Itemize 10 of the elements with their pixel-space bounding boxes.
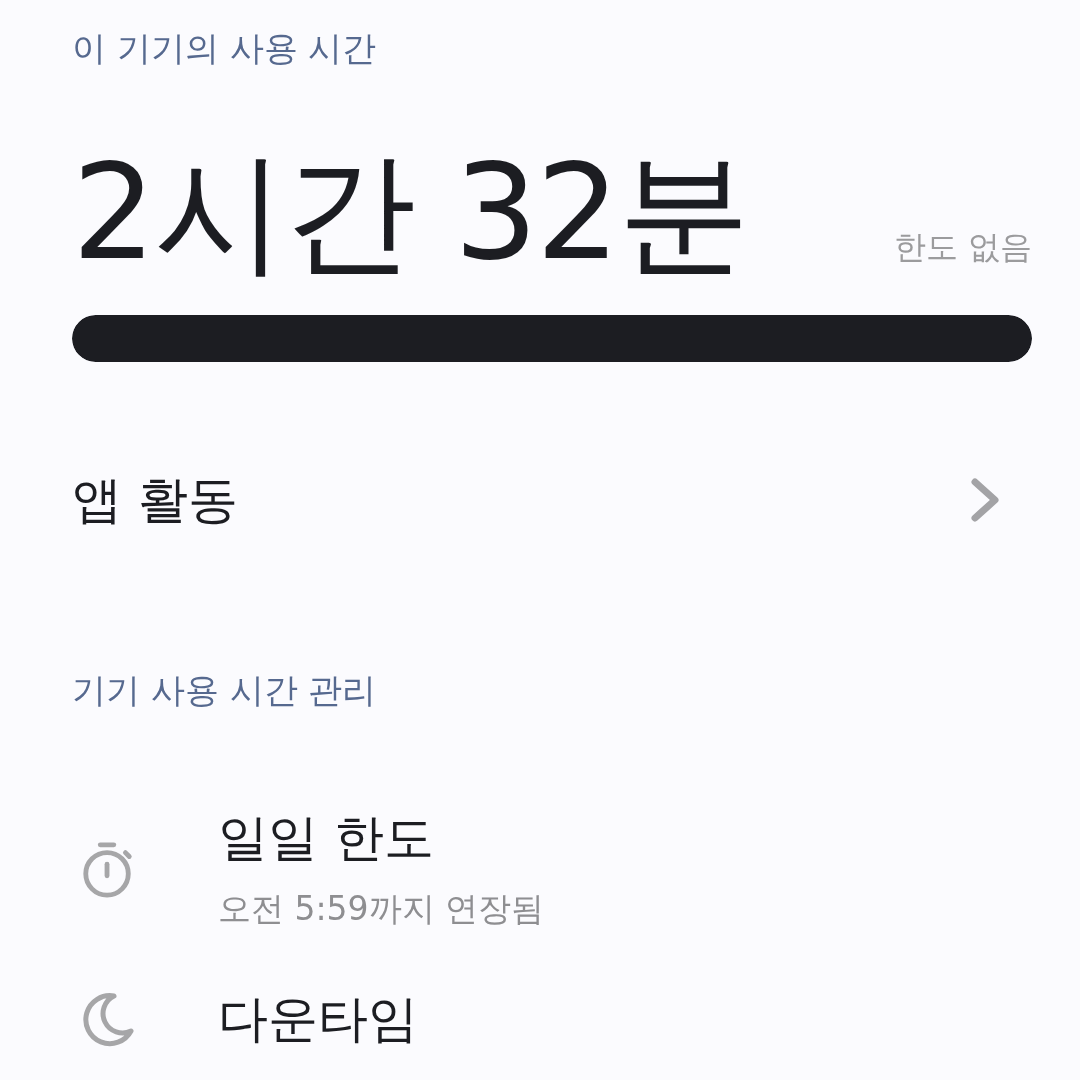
setting-item-subtitle: 오전 5:59까지 연장됨 (218, 888, 545, 931)
total-usage-time: 2시간 32분 (72, 142, 748, 282)
chevron-right-icon[interactable] (970, 478, 1000, 523)
moon-icon (80, 990, 136, 1049)
setting-item-title[interactable]: 다운타임 (218, 989, 418, 1050)
app-activity-item[interactable]: 앱 활동 (72, 470, 238, 531)
limit-text: 한도 없음 (893, 226, 1032, 268)
section-label: 이 기기의 사용 시간 (72, 28, 377, 69)
section-heading: 기기 사용 시간 관리 (72, 670, 377, 712)
setting-item-title[interactable]: 일일 한도 (218, 808, 434, 869)
